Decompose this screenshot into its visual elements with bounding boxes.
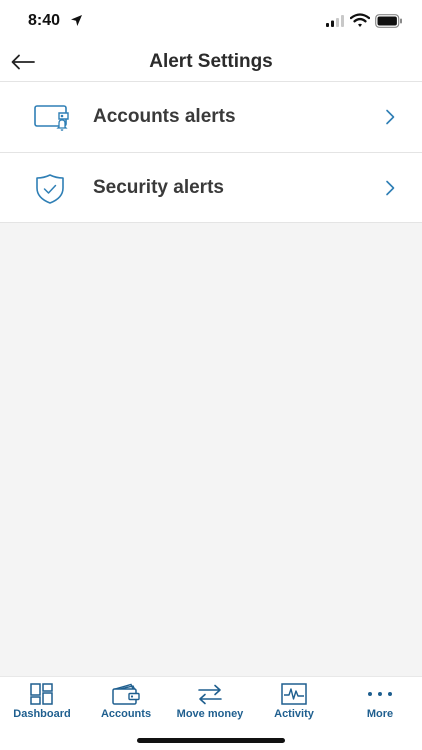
alert-list: Accounts alerts Security alerts: [0, 81, 422, 223]
nav-accounts-label: Accounts: [100, 708, 152, 720]
nav-more-label: More: [366, 708, 394, 720]
chevron-right-icon: [386, 180, 395, 196]
nav-more[interactable]: More: [338, 677, 422, 729]
nav-move-money-label: Move money: [176, 708, 244, 720]
nav-activity-label: Activity: [274, 708, 314, 720]
wallet-bell-icon: [34, 105, 69, 131]
nav-accounts[interactable]: Accounts: [84, 677, 168, 729]
accounts-alerts-row[interactable]: Accounts alerts: [0, 81, 422, 152]
home-indicator: [137, 738, 285, 743]
nav-dashboard[interactable]: Dashboard: [0, 677, 84, 729]
wifi-icon: [350, 13, 370, 27]
header: Alert Settings: [0, 44, 422, 81]
nav-move-money[interactable]: Move money: [168, 677, 252, 729]
nav-dashboard-label: Dashboard: [13, 708, 71, 720]
battery-icon: [375, 14, 402, 28]
cellular-signal-icon: [326, 15, 344, 27]
security-alerts-row[interactable]: Security alerts: [0, 152, 422, 223]
status-bar: 8:40: [0, 0, 422, 44]
activity-icon: [281, 683, 307, 705]
page-title: Alert Settings: [149, 51, 273, 72]
security-alerts-label: Security alerts: [93, 177, 224, 198]
accounts-alerts-label: Accounts alerts: [93, 106, 236, 127]
dashboard-icon: [30, 683, 53, 705]
location-arrow-icon: [71, 15, 82, 26]
wallet-icon: [112, 683, 140, 705]
chevron-right-icon: [386, 109, 395, 125]
nav-activity[interactable]: Activity: [252, 677, 336, 729]
shield-check-icon: [36, 174, 64, 204]
more-dots-icon: [368, 692, 392, 696]
transfer-arrows-icon: [198, 684, 222, 705]
status-time: 8:40: [28, 12, 61, 29]
screen: 8:40 Alert Settings Accounts alerts Secu…: [0, 0, 422, 750]
